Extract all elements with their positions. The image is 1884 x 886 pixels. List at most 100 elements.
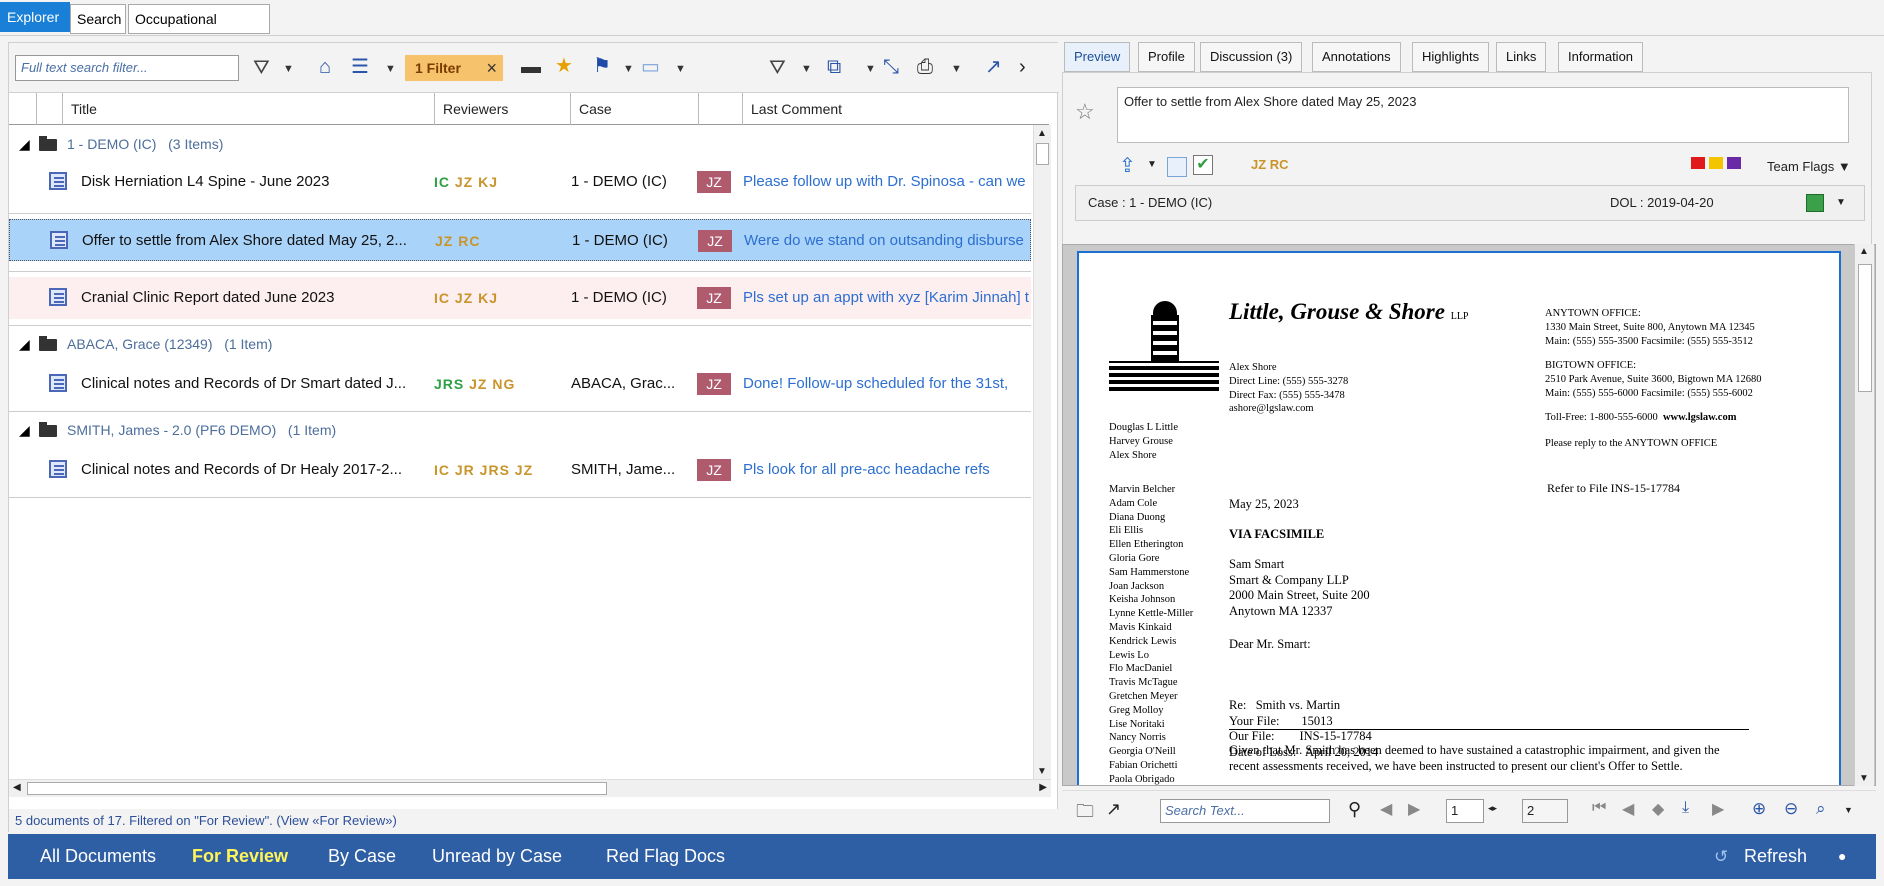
- flag-dropdown-icon[interactable]: ▼: [623, 63, 634, 75]
- view-all-documents[interactable]: All Documents: [40, 834, 156, 879]
- print-dropdown-icon[interactable]: ▼: [951, 63, 962, 75]
- prev-page-icon[interactable]: ◀: [1622, 799, 1634, 819]
- active-filter-chip[interactable]: 1 Filter ×: [405, 55, 503, 81]
- resize-icon[interactable]: ⤡: [883, 57, 899, 77]
- scroll-thumb[interactable]: [1858, 264, 1872, 392]
- case-dropdown-icon[interactable]: ▼: [1836, 186, 1846, 220]
- scroll-down-icon[interactable]: ▼: [1859, 773, 1869, 784]
- tab-occupational-therapy[interactable]: Occupational Thera...: [128, 4, 270, 55]
- table-row[interactable]: Clinical notes and Records of Dr Smart d…: [9, 363, 1031, 405]
- tray-icon[interactable]: ▭: [641, 57, 660, 77]
- row-last-comment[interactable]: Done! Follow-up scheduled for the 31st,: [743, 363, 1031, 405]
- tab-annotations[interactable]: Annotations: [1312, 42, 1401, 72]
- refresh-button[interactable]: Refresh: [1744, 834, 1807, 879]
- zoom-fit-icon[interactable]: ⌕: [1816, 799, 1826, 819]
- next-page-icon[interactable]: ▶: [1712, 799, 1724, 819]
- filter-2-dropdown-icon[interactable]: ▼: [801, 63, 812, 75]
- binoculars-icon[interactable]: ⚲: [1348, 799, 1361, 820]
- tab-highlights[interactable]: Highlights: [1412, 42, 1490, 72]
- scroll-left-icon[interactable]: ◀: [13, 782, 21, 793]
- filter-icon-2[interactable]: ⛛: [769, 58, 786, 78]
- column-comment-author[interactable]: [699, 93, 743, 125]
- list-dropdown-icon[interactable]: ▼: [385, 63, 396, 75]
- purple-flag-icon[interactable]: [1727, 157, 1741, 169]
- scroll-thumb[interactable]: [1036, 143, 1049, 165]
- chevron-right-icon[interactable]: ›: [1019, 57, 1026, 77]
- copy-icon[interactable]: ⧉: [827, 57, 841, 77]
- flag-icon[interactable]: ⚑: [593, 56, 611, 76]
- table-row-flagged[interactable]: Cranial Clinic Report dated June 2023 IC…: [9, 277, 1031, 319]
- scroll-up-icon[interactable]: ▲: [1037, 128, 1047, 139]
- first-page-icon[interactable]: ⏮: [1592, 799, 1606, 817]
- row-last-comment[interactable]: Were do we stand on outsanding disburse: [744, 220, 1031, 262]
- upload-dropdown-icon[interactable]: ▼: [1147, 159, 1157, 170]
- group-header[interactable]: ◢ ABACA, Grace (12349) (1 Item): [9, 329, 1031, 359]
- zoom-out-icon[interactable]: ⊖: [1784, 799, 1798, 819]
- row-last-comment[interactable]: Please follow up with Dr. Spinosa - can …: [743, 161, 1031, 203]
- row-last-comment[interactable]: Pls look for all pre-acc headache refs: [743, 449, 1031, 491]
- red-flag-icon[interactable]: [1691, 157, 1705, 169]
- grid-horizontal-scrollbar[interactable]: ◀ ▶: [9, 779, 1051, 797]
- viewer-vertical-scrollbar[interactable]: ▲ ▼: [1854, 244, 1874, 786]
- search-text-input[interactable]: Search Text...: [1160, 799, 1330, 823]
- group-header[interactable]: ◢ SMITH, James - 2.0 (PF6 DEMO) (1 Item): [9, 415, 1031, 445]
- group-header[interactable]: ◢ 1 - DEMO (IC) (3 Items): [9, 129, 1031, 159]
- copy-dropdown-icon[interactable]: ▼: [865, 63, 876, 75]
- table-row[interactable]: Clinical notes and Records of Dr Healy 2…: [9, 449, 1031, 491]
- table-row[interactable]: Disk Herniation L4 Spine - June 2023 IC …: [9, 161, 1031, 203]
- filter-dropdown-icon[interactable]: ▼: [283, 63, 294, 75]
- tab-information[interactable]: Information: [1558, 42, 1644, 72]
- home-icon[interactable]: ⌂: [319, 57, 331, 77]
- column-last-comment[interactable]: Last Comment: [743, 93, 1049, 125]
- tab-preview[interactable]: Preview: [1064, 42, 1131, 72]
- document-title-field[interactable]: Offer to settle from Alex Shore dated Ma…: [1117, 87, 1849, 143]
- zoom-dropdown-icon[interactable]: ▼: [1844, 805, 1853, 815]
- upload-icon[interactable]: ⇪: [1119, 153, 1136, 178]
- list-view-icon[interactable]: ☰: [351, 57, 369, 77]
- tray-dropdown-icon[interactable]: ▼: [675, 63, 686, 75]
- collapse-icon[interactable]: ◢: [19, 329, 30, 359]
- open-folder-icon[interactable]: 🗀: [1076, 799, 1094, 829]
- page-stepper-icon[interactable]: ◂▸: [1488, 803, 1497, 814]
- table-row-selected[interactable]: Offer to settle from Alex Shore dated Ma…: [9, 219, 1031, 261]
- print-icon[interactable]: ⎙: [917, 57, 933, 77]
- row-last-comment[interactable]: Pls set up an appt with xyz [Karim Jinna…: [743, 277, 1031, 319]
- scroll-up-icon[interactable]: ▲: [1859, 246, 1869, 257]
- refresh-icon[interactable]: ↺: [1714, 834, 1728, 879]
- folder-icon[interactable]: ▬: [521, 57, 541, 77]
- view-red-flag-docs[interactable]: Red Flag Docs: [606, 834, 725, 879]
- previous-match-icon[interactable]: ◀: [1380, 799, 1392, 819]
- external-link-icon[interactable]: ↗: [985, 57, 1002, 77]
- tab-search[interactable]: Search: [70, 4, 126, 34]
- column-title[interactable]: Title: [63, 93, 435, 125]
- star-outline-icon[interactable]: ☆: [1075, 99, 1095, 125]
- bookmark-icon[interactable]: ◆: [1652, 799, 1664, 819]
- settings-icon[interactable]: ●: [1838, 834, 1846, 879]
- page-number-input[interactable]: 1: [1446, 799, 1484, 823]
- scroll-right-icon[interactable]: ▶: [1039, 782, 1047, 793]
- column-reviewers[interactable]: Reviewers: [435, 93, 571, 125]
- team-flags-button[interactable]: Team Flags ▼: [1767, 159, 1851, 174]
- yellow-flag-icon[interactable]: [1709, 157, 1723, 169]
- star-icon[interactable]: ★: [555, 56, 573, 76]
- grid-vertical-scrollbar[interactable]: ▲ ▼: [1033, 125, 1051, 779]
- case-file-icon[interactable]: [1806, 194, 1824, 212]
- column-select[interactable]: [9, 93, 37, 125]
- full-text-search-input[interactable]: Full text search filter...: [15, 55, 239, 81]
- zoom-in-icon[interactable]: ⊕: [1752, 799, 1766, 819]
- tab-profile[interactable]: Profile: [1138, 42, 1195, 72]
- external-link-icon[interactable]: ↗: [1106, 799, 1121, 820]
- clear-filter-icon[interactable]: ×: [486, 55, 497, 81]
- view-for-review[interactable]: For Review: [192, 834, 288, 879]
- checkbox-icon[interactable]: ✔: [1193, 155, 1213, 175]
- tab-links[interactable]: Links: [1496, 42, 1547, 72]
- column-type[interactable]: [37, 93, 63, 125]
- view-unread-by-case[interactable]: Unread by Case: [432, 834, 562, 879]
- tray-icon[interactable]: [1167, 157, 1187, 177]
- next-match-icon[interactable]: ▶: [1408, 799, 1420, 819]
- tab-explorer[interactable]: Explorer: [0, 2, 70, 32]
- scroll-down-icon[interactable]: ▼: [1037, 766, 1047, 777]
- filter-icon[interactable]: ⛛: [253, 58, 270, 78]
- collapse-icon[interactable]: ◢: [19, 129, 30, 159]
- h-scroll-thumb[interactable]: [27, 782, 607, 795]
